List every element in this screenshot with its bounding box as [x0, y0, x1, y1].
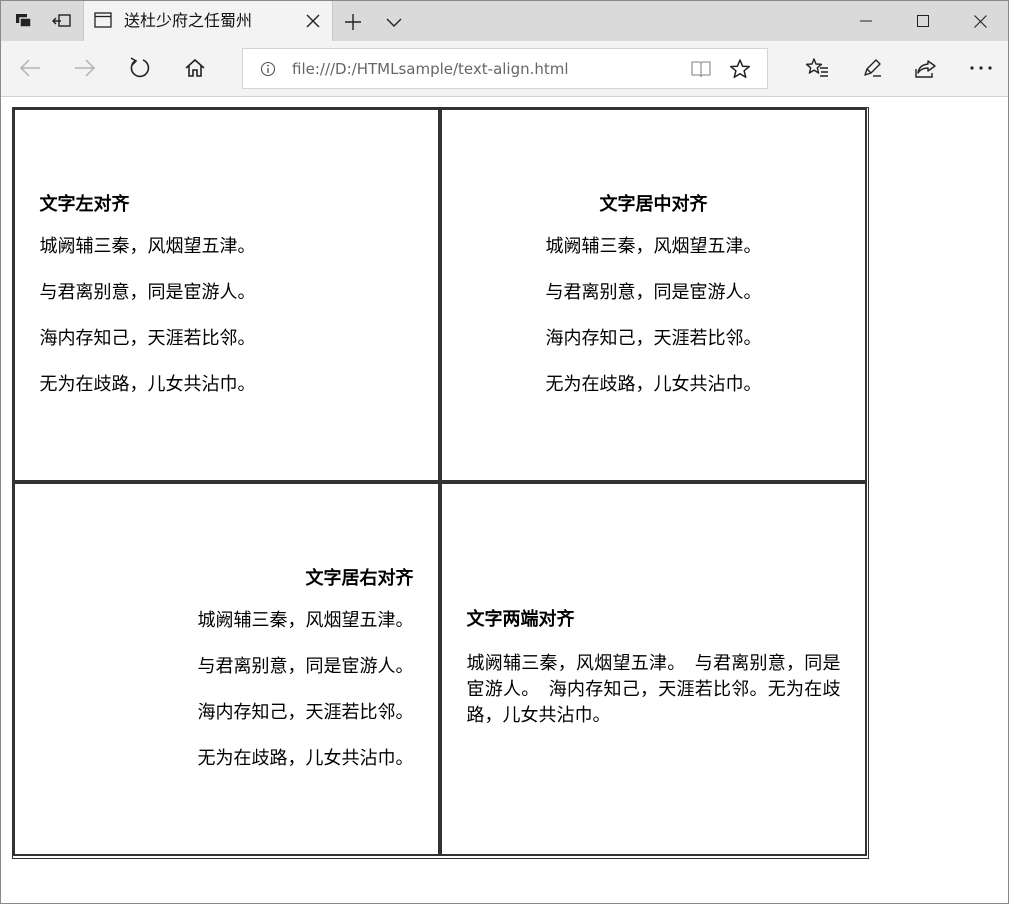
- poem-line: 城阙辅三秦，风烟望五津。: [197, 610, 414, 631]
- center-align-block: 文字居中对齐 城阙辅三秦，风烟望五津。 与君离别意，同是宦游人。 海内存知己，天…: [467, 194, 841, 396]
- poem-line: 无为在歧路，儿女共沾巾。: [545, 374, 762, 395]
- poem-line: 与君离别意，同是宦游人。: [39, 282, 256, 303]
- address-url[interactable]: file:///D:/HTMLsample/text-align.html: [292, 59, 569, 79]
- back-arrow-icon[interactable]: [17, 55, 43, 81]
- left-align-block: 文字左对齐 城阙辅三秦，风烟望五津。 与君离别意，同是宦游人。 海内存知己，天涯…: [40, 194, 414, 396]
- chevron-down-icon[interactable]: [385, 14, 403, 30]
- cell-center-align: 文字居中对齐 城阙辅三秦，风烟望五津。 与君离别意，同是宦游人。 海内存知己，天…: [440, 108, 867, 482]
- tab-title: 送杜少府之任蜀州: [124, 11, 253, 30]
- navigation-bar: file:///D:/HTMLsample/text-align.html: [1, 41, 1008, 97]
- close-icon[interactable]: [304, 12, 322, 30]
- favorites-icon[interactable]: [804, 55, 830, 81]
- poem-line: 海内存知己，天涯若比邻。: [545, 328, 762, 349]
- poem-line: 与君离别意，同是宦游人。: [197, 656, 414, 677]
- tabs-set-aside-icon[interactable]: [9, 1, 39, 41]
- star-icon[interactable]: [729, 58, 751, 80]
- justify-paragraph: 城阙辅三秦，风烟望五津。 与君离别意，同是宦游人。 海内存知己，天涯若比邻。无为…: [466, 653, 841, 726]
- cell-justify-align: 文字两端对齐 城阙辅三秦，风烟望五津。 与君离别意，同是宦游人。 海内存知己，天…: [440, 482, 867, 856]
- page-favicon-icon: [94, 12, 112, 28]
- right-align-block: 文字居右对齐 城阙辅三秦，风烟望五津。 与君离别意，同是宦游人。 海内存知己，天…: [40, 568, 414, 770]
- tab-active[interactable]: 送杜少府之任蜀州: [83, 1, 333, 41]
- pen-icon[interactable]: [859, 55, 885, 81]
- right-align-heading: 文字居右对齐: [305, 568, 414, 589]
- page-content: 文字左对齐 城阙辅三秦，风烟望五津。 与君离别意，同是宦游人。 海内存知己，天涯…: [1, 97, 1008, 903]
- info-icon[interactable]: [260, 61, 276, 77]
- justify-align-heading: 文字两端对齐: [466, 609, 575, 630]
- share-icon[interactable]: [913, 55, 939, 81]
- forward-arrow-icon[interactable]: [72, 55, 98, 81]
- maximize-icon[interactable]: [895, 1, 951, 41]
- reading-view-icon[interactable]: [690, 59, 712, 79]
- title-bar: 送杜少府之任蜀州: [1, 1, 1008, 41]
- close-window-icon[interactable]: [952, 1, 1008, 41]
- minimize-icon[interactable]: [838, 1, 894, 41]
- left-align-heading: 文字左对齐: [39, 194, 130, 215]
- cell-right-align: 文字居右对齐 城阙辅三秦，风烟望五津。 与君离别意，同是宦游人。 海内存知己，天…: [13, 482, 440, 856]
- home-icon[interactable]: [182, 55, 208, 81]
- poem-line: 海内存知己，天涯若比邻。: [197, 702, 414, 723]
- more-icon[interactable]: [968, 55, 994, 81]
- poem-line: 城阙辅三秦，风烟望五津。: [39, 236, 256, 257]
- align-table: 文字左对齐 城阙辅三秦，风烟望五津。 与君离别意，同是宦游人。 海内存知己，天涯…: [12, 107, 869, 859]
- poem-line: 与君离别意，同是宦游人。: [545, 282, 762, 303]
- refresh-icon[interactable]: [127, 55, 153, 81]
- poem-line: 无为在歧路，儿女共沾巾。: [39, 374, 256, 395]
- poem-line: 无为在歧路，儿女共沾巾。: [197, 748, 414, 769]
- restore-tabs-icon[interactable]: [47, 1, 77, 41]
- plus-icon[interactable]: [343, 12, 363, 32]
- address-bar[interactable]: file:///D:/HTMLsample/text-align.html: [242, 48, 768, 89]
- browser-window: 送杜少府之任蜀州 file:///D:/HTMLsample/text-alig…: [0, 0, 1009, 904]
- poem-line: 城阙辅三秦，风烟望五津。: [545, 236, 762, 257]
- justify-align-block: 文字两端对齐 城阙辅三秦，风烟望五津。 与君离别意，同是宦游人。 海内存知己，天…: [467, 609, 841, 729]
- center-align-heading: 文字居中对齐: [599, 194, 708, 215]
- cell-left-align: 文字左对齐 城阙辅三秦，风烟望五津。 与君离别意，同是宦游人。 海内存知己，天涯…: [13, 108, 440, 482]
- poem-line: 海内存知己，天涯若比邻。: [39, 328, 256, 349]
